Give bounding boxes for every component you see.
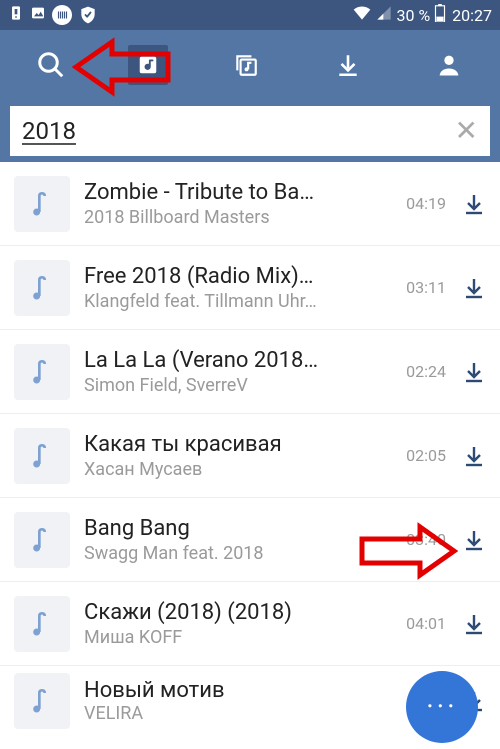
track-duration: 04:19 <box>406 194 446 213</box>
barcode-icon <box>52 5 72 25</box>
wifi-icon <box>352 3 372 27</box>
track-duration: 02:05 <box>406 446 446 465</box>
track-duration: 04:01 <box>406 614 446 633</box>
shield-icon <box>78 5 98 25</box>
track-title: Zombie - Tribute to Ba… <box>84 180 390 205</box>
track-title: Какая ты красивая <box>84 432 390 457</box>
track-list: Zombie - Tribute to Ba… 2018 Billboard M… <box>0 162 500 736</box>
download-button[interactable] <box>456 360 492 384</box>
search-box[interactable]: ✕ <box>10 106 490 156</box>
library-tab[interactable] <box>222 41 270 89</box>
list-item[interactable]: Скажи (2018) (2018) Миша KOFF 04:01 <box>0 582 500 666</box>
image-icon <box>30 5 46 25</box>
battery-icon <box>434 4 446 26</box>
clear-icon[interactable]: ✕ <box>455 117 478 145</box>
search-tab[interactable] <box>27 41 75 89</box>
music-note-icon <box>14 176 70 232</box>
fab-more[interactable]: ... <box>406 671 478 743</box>
track-duration: 02:24 <box>406 362 446 381</box>
list-item[interactable]: Zombie - Tribute to Ba… 2018 Billboard M… <box>0 162 500 246</box>
notice-icon <box>8 5 24 25</box>
music-note-icon <box>14 596 70 652</box>
music-note-icon <box>14 673 70 729</box>
list-item[interactable]: La La La (Verano 2018… Simon Field, Sver… <box>0 330 500 414</box>
search-input[interactable] <box>22 117 455 145</box>
track-duration: 03:11 <box>406 278 446 297</box>
music-note-icon <box>14 344 70 400</box>
list-item[interactable]: Free 2018 (Radio Mix)… Klangfeld feat. T… <box>0 246 500 330</box>
download-button[interactable] <box>456 444 492 468</box>
track-title: Bang Bang <box>84 516 390 541</box>
signal-icon <box>376 5 392 25</box>
list-item[interactable]: Какая ты красивая Хасан Мусаев 02:05 <box>0 414 500 498</box>
battery-pct: 30 % <box>396 6 430 25</box>
music-note-icon <box>14 428 70 484</box>
fab-label: ... <box>426 684 457 712</box>
annotation-arrow-right <box>358 521 458 581</box>
download-button[interactable] <box>456 528 492 552</box>
track-artist: Klangfeld feat. Tillmann Uhr… <box>84 291 390 312</box>
annotation-arrow-left <box>72 34 172 100</box>
track-title: La La La (Verano 2018… <box>84 348 390 373</box>
download-button[interactable] <box>456 192 492 216</box>
track-title: Скажи (2018) (2018) <box>84 600 390 625</box>
track-artist: Swagg Man feat. 2018 <box>84 543 390 564</box>
download-button[interactable] <box>456 276 492 300</box>
track-artist: VELIRA <box>84 703 390 724</box>
track-artist: Simon Field, SverreV <box>84 375 390 396</box>
clock-time: 20:27 <box>452 6 492 25</box>
download-button[interactable] <box>456 612 492 636</box>
track-artist: Миша KOFF <box>84 627 390 648</box>
track-artist: Хасан Мусаев <box>84 459 390 480</box>
track-artist: 2018 Billboard Masters <box>84 207 390 228</box>
music-note-icon <box>14 260 70 316</box>
search-row: ✕ <box>0 100 500 162</box>
profile-tab[interactable] <box>425 41 473 89</box>
music-note-icon <box>14 512 70 568</box>
downloads-tab[interactable] <box>324 41 372 89</box>
track-title: Новый мотив <box>84 678 390 703</box>
track-title: Free 2018 (Radio Mix)… <box>84 264 390 289</box>
status-bar: 30 % 20:27 <box>0 0 500 30</box>
